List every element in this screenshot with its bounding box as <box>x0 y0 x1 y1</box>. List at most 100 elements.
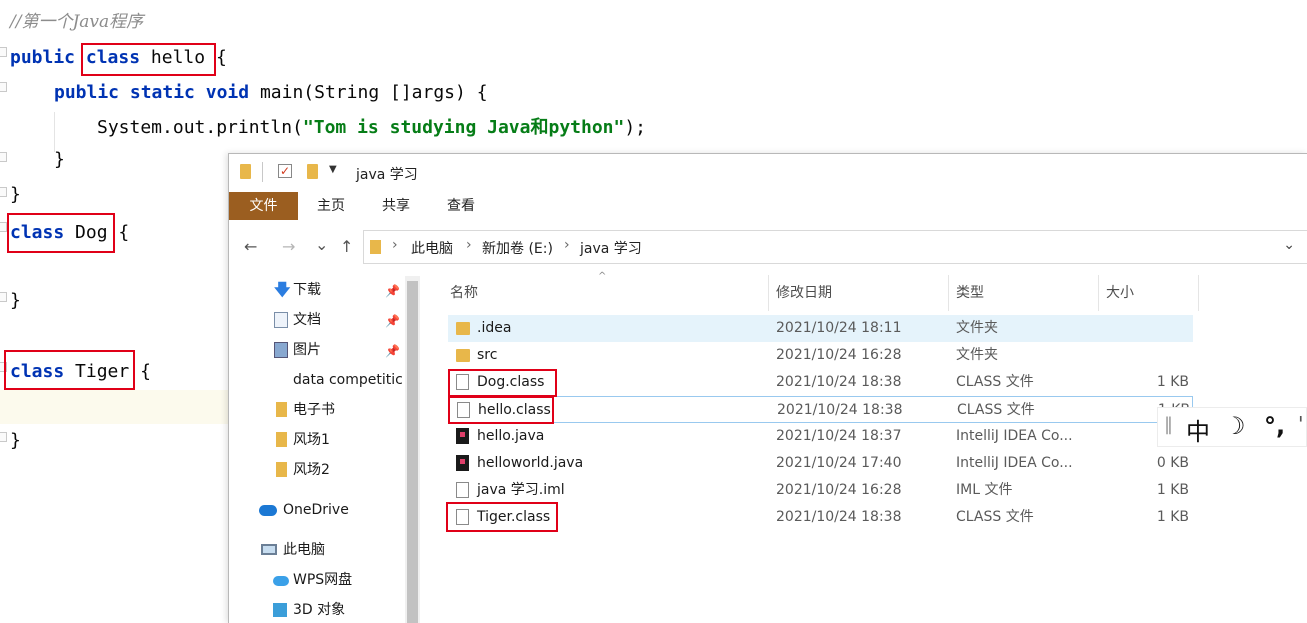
code-line-close-main[interactable]: } <box>54 143 65 177</box>
breadcrumb-java-folder[interactable]: java 学习 <box>580 238 642 258</box>
pin-icon[interactable]: 📌 <box>385 314 400 328</box>
ime-more-button[interactable]: ' <box>1298 412 1304 436</box>
file-row[interactable]: Dog.class 2021/10/24 18:38 CLASS 文件 1 KB <box>448 369 1193 396</box>
intellij-idea-icon <box>456 428 469 444</box>
column-divider[interactable] <box>1098 275 1099 311</box>
tab-home[interactable]: 主页 <box>307 192 355 220</box>
file-row[interactable]: Tiger.class 2021/10/24 18:38 CLASS 文件 1 … <box>448 504 1193 531</box>
column-header-name[interactable]: 名称 <box>450 275 478 311</box>
properties-check-icon[interactable]: ✓ <box>278 164 292 178</box>
code-line-println[interactable]: System.out.println("Tom is studying Java… <box>97 111 646 145</box>
address-dropdown-icon[interactable]: ⌄ <box>1283 237 1295 253</box>
file-date: 2021/10/24 18:38 <box>776 509 902 525</box>
tab-share[interactable]: 共享 <box>372 192 420 220</box>
brace: { <box>215 47 227 68</box>
fold-marker[interactable] <box>0 82 7 92</box>
file-row[interactable]: helloworld.java 2021/10/24 17:40 Intelli… <box>448 450 1193 477</box>
file-type: CLASS 文件 <box>957 402 1035 418</box>
title-bar[interactable]: ✓ ▼ java 学习 <box>229 154 1307 192</box>
nav-item-onedrive[interactable]: OneDrive <box>259 498 349 522</box>
nav-item-label: 下载 <box>293 282 321 298</box>
nav-item-pictures[interactable]: 图片 <box>274 338 321 362</box>
quick-access-dropdown-icon[interactable]: ▼ <box>329 164 337 175</box>
address-bar[interactable]: › 此电脑 › 新加卷 (E:) › java 学习 ⌄ <box>363 230 1307 264</box>
highlight-box-tiger-class <box>446 502 558 532</box>
fold-marker[interactable] <box>0 47 7 57</box>
pictures-icon <box>274 342 288 358</box>
nav-item-this-pc[interactable]: 此电脑 <box>261 538 325 562</box>
folder-icon <box>456 349 470 362</box>
file-row[interactable]: src 2021/10/24 16:28 文件夹 <box>448 342 1193 369</box>
breadcrumb-separator[interactable]: › <box>392 237 398 253</box>
up-arrow-icon[interactable]: ↑ <box>340 236 353 258</box>
nav-item-documents[interactable]: 文档 <box>274 308 321 332</box>
file-size: 1 KB <box>1156 509 1189 525</box>
fold-marker[interactable] <box>0 152 7 162</box>
code-line-close-tiger[interactable]: } <box>10 424 21 458</box>
fold-marker[interactable] <box>0 187 7 197</box>
nav-item-wps-cloud[interactable]: WPS网盘 <box>273 568 352 592</box>
file-date: 2021/10/24 18:37 <box>776 428 902 444</box>
file-date: 2021/10/24 17:40 <box>776 455 902 471</box>
column-header-size[interactable]: 大小 <box>1106 275 1134 311</box>
recent-locations-chevron-icon[interactable]: ⌄ <box>315 234 328 256</box>
file-list-header: ^ 名称 修改日期 类型 大小 <box>448 271 1208 311</box>
nav-item-downloads[interactable]: 🡇 下载 <box>274 278 321 302</box>
code-line-close-dog[interactable]: } <box>10 284 21 318</box>
back-arrow-icon[interactable]: ← <box>244 236 257 258</box>
file-type: IntelliJ IDEA Co... <box>956 455 1073 471</box>
keyword-void: void <box>205 82 250 103</box>
file-row[interactable]: hello.class 2021/10/24 18:38 CLASS 文件 1 … <box>448 396 1193 423</box>
folder-icon <box>370 240 381 254</box>
nav-item-label: 风场2 <box>293 462 330 478</box>
fold-marker[interactable] <box>0 432 7 442</box>
nav-item-windfarm-1[interactable]: 风场1 <box>276 428 330 452</box>
highlight-box-class-hello <box>81 43 216 76</box>
pin-icon[interactable]: 📌 <box>385 284 400 298</box>
ime-toolbar[interactable]: ‖ 中 ☽ °, ' <box>1157 407 1307 447</box>
intellij-idea-icon <box>456 455 469 471</box>
breadcrumb-drive-e[interactable]: 新加卷 (E:) <box>482 238 553 258</box>
nav-item-windfarm-2[interactable]: 风场2 <box>276 458 330 482</box>
file-explorer-window[interactable]: ✓ ▼ java 学习 文件 主页 共享 查看 ← → ⌄ ↑ › 此电脑 › … <box>228 153 1307 623</box>
file-row[interactable]: hello.java 2021/10/24 18:37 IntelliJ IDE… <box>448 423 1193 450</box>
code-line-comment[interactable]: //第一个Java程序 <box>10 5 143 39</box>
method-signature: main(String []args) { <box>259 82 488 103</box>
code-line-main[interactable]: public static void main(String []args) { <box>54 76 488 110</box>
file-row[interactable]: .idea 2021/10/24 18:11 文件夹 <box>448 315 1193 342</box>
tab-file[interactable]: 文件 <box>229 192 298 220</box>
nav-item-label: data competitic <box>293 372 403 388</box>
code-line-close-class[interactable]: } <box>10 178 21 212</box>
ime-punctuation-button[interactable]: °, <box>1264 412 1285 440</box>
nav-item-label: 文档 <box>293 312 321 328</box>
ime-drag-handle[interactable]: ‖ <box>1164 414 1173 435</box>
moon-icon[interactable]: ☽ <box>1224 412 1246 440</box>
column-divider[interactable] <box>1198 275 1199 311</box>
column-divider[interactable] <box>768 275 769 311</box>
pin-icon[interactable]: 📌 <box>385 344 400 358</box>
breadcrumb-separator[interactable]: › <box>564 237 570 253</box>
file-date: 2021/10/24 16:28 <box>776 482 902 498</box>
nav-item-ebooks[interactable]: 电子书 <box>276 398 335 422</box>
navigation-pane[interactable]: 🡇 下载 📌 文档 📌 图片 📌 data competitic 电子书 风场1 … <box>229 274 405 623</box>
fold-marker[interactable] <box>0 292 7 302</box>
breadcrumb-separator[interactable]: › <box>466 237 472 253</box>
forward-arrow-icon[interactable]: → <box>282 236 295 258</box>
fold-marker[interactable] <box>0 222 7 232</box>
folder-icon <box>276 462 287 477</box>
nav-item-data-competition[interactable]: data competitic <box>293 368 405 392</box>
ime-chinese-mode-button[interactable]: 中 <box>1186 412 1210 447</box>
tab-view[interactable]: 查看 <box>437 192 485 220</box>
window-title: java 学习 <box>356 167 418 183</box>
new-folder-icon[interactable] <box>307 164 318 179</box>
statement-end: ); <box>624 117 647 138</box>
file-type: 文件夹 <box>956 320 998 336</box>
nav-item-3d-objects[interactable]: 3D 对象 <box>273 598 345 622</box>
column-divider[interactable] <box>948 275 949 311</box>
breadcrumb-this-pc[interactable]: 此电脑 <box>411 238 453 258</box>
file-row[interactable]: java 学习.iml 2021/10/24 16:28 IML 文件 1 KB <box>448 477 1193 504</box>
nav-pane-scrollbar-thumb[interactable] <box>407 281 418 623</box>
file-type: 文件夹 <box>956 347 998 363</box>
column-header-type[interactable]: 类型 <box>956 275 984 311</box>
column-header-date[interactable]: 修改日期 <box>776 275 832 311</box>
